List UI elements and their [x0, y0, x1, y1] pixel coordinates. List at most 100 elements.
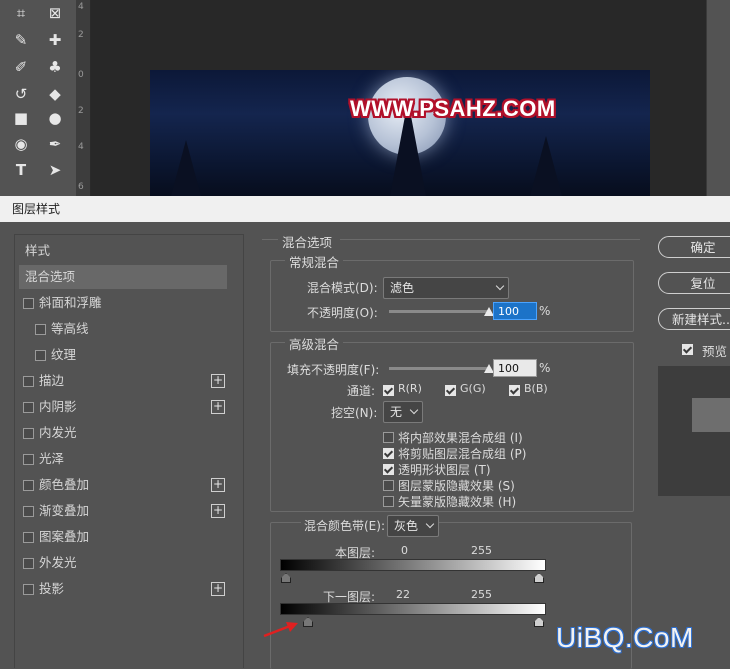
layer-style-dialog: 样式 混合选项斜面和浮雕等高线纹理 描边 + 内阴影 + 内发光 光泽 颜色叠加 + 渐变叠加 + 图… — [0, 222, 730, 669]
style-item-label: 混合选项 — [25, 269, 76, 284]
style-item[interactable]: 斜面和浮雕 — [19, 291, 227, 315]
style-item[interactable]: 光泽 — [19, 447, 227, 471]
style-item-checkbox[interactable] — [23, 298, 34, 309]
document-image[interactable]: WWW.PSAHZ.COM — [150, 70, 650, 196]
knockout-value: 无 — [390, 405, 403, 419]
underlying-layer-black-thumb[interactable] — [303, 617, 313, 627]
this-layer-white-thumb[interactable] — [534, 573, 544, 583]
fill-opacity-slider[interactable] — [389, 367, 489, 370]
advanced-option-label: 矢量蒙版隐藏效果 (H) — [398, 495, 517, 509]
style-item-checkbox[interactable] — [23, 428, 34, 439]
style-item-checkbox[interactable] — [23, 506, 34, 517]
crop-icon[interactable]: ⌗ — [10, 2, 32, 24]
style-item[interactable]: 投影 + — [19, 577, 227, 601]
channels-label: 通道: — [347, 384, 376, 398]
style-item[interactable]: 图案叠加 — [19, 525, 227, 549]
style-header-label: 样式 — [25, 243, 51, 258]
blend-mode-dropdown[interactable]: 滤色 — [383, 277, 509, 299]
style-item-label: 图案叠加 — [39, 529, 90, 544]
style-item-label: 等高线 — [51, 321, 89, 336]
dialog-titlebar[interactable]: 图层样式 — [0, 196, 730, 222]
style-item-label: 渐变叠加 — [39, 503, 90, 518]
style-item[interactable]: 内发光 — [19, 421, 227, 445]
this-layer-ramp[interactable] — [280, 559, 546, 571]
stamp-icon[interactable]: ♣ — [44, 56, 66, 78]
eyedropper-icon[interactable]: ✎ — [10, 29, 32, 51]
divider — [340, 239, 640, 240]
channel-b-checkbox[interactable] — [509, 385, 520, 396]
tree-silhouette — [170, 140, 202, 196]
style-preview — [658, 366, 730, 496]
opacity-input[interactable]: 100 — [493, 302, 537, 320]
underlying-layer-white-thumb[interactable] — [534, 617, 544, 627]
panel-strip — [706, 0, 730, 196]
blend-if-dropdown[interactable]: 灰色 — [387, 515, 439, 537]
dodge-icon[interactable]: ◉ — [10, 133, 32, 155]
blend-if-value: 灰色 — [394, 519, 419, 533]
style-item-checkbox[interactable] — [23, 454, 34, 465]
ok-button[interactable]: 确定 — [658, 236, 730, 258]
ruler-mark: 4 — [78, 142, 84, 152]
brush-icon[interactable]: ✐ — [10, 56, 32, 78]
opacity-slider[interactable] — [389, 310, 489, 313]
pen-icon[interactable]: ✒ — [44, 133, 66, 155]
preview-checkbox[interactable] — [682, 344, 693, 355]
site-watermark: UiBQ.CoM — [556, 622, 694, 653]
fill-opacity-label: 填充不透明度(F): — [287, 363, 380, 377]
style-item-checkbox[interactable] — [23, 558, 34, 569]
underlying-layer-ramp[interactable] — [280, 603, 546, 615]
knockout-dropdown[interactable]: 无 — [383, 401, 423, 423]
channel-r-label: R(R) — [398, 382, 422, 395]
opacity-percent: % — [539, 304, 551, 318]
opacity-label: 不透明度(O): — [307, 306, 378, 320]
style-item-label: 斜面和浮雕 — [39, 295, 102, 310]
frame-icon[interactable]: ⊠ — [44, 2, 66, 24]
gradient-icon[interactable]: ■ — [10, 107, 32, 129]
advanced-option-checkbox[interactable] — [383, 496, 394, 507]
add-icon[interactable]: + — [211, 582, 225, 596]
advanced-option-checkbox[interactable] — [383, 464, 394, 475]
style-item[interactable]: 混合选项 — [19, 265, 227, 289]
tree-silhouette — [530, 136, 562, 196]
dialog-title: 图层样式 — [12, 202, 61, 216]
style-item[interactable]: 纹理 — [19, 343, 227, 367]
style-item-checkbox[interactable] — [23, 480, 34, 491]
healing-brush-icon[interactable]: ✚ — [44, 29, 66, 51]
history-brush-icon[interactable]: ↺ — [10, 83, 32, 105]
type-icon[interactable]: T — [10, 159, 32, 181]
advanced-option-label: 将剪贴图层混合成组 (P) — [398, 447, 527, 461]
style-item[interactable]: 等高线 — [19, 317, 227, 341]
ruler-mark: 2 — [78, 106, 84, 116]
style-item-checkbox[interactable] — [23, 532, 34, 543]
reset-button[interactable]: 复位 — [658, 272, 730, 294]
new-style-button[interactable]: 新建样式... — [658, 308, 730, 330]
add-icon[interactable]: + — [211, 400, 225, 414]
style-item-checkbox[interactable] — [23, 376, 34, 387]
advanced-option-label: 将内部效果混合成组 (I) — [398, 431, 523, 445]
section-title: 混合选项 — [282, 235, 333, 250]
fill-opacity-input[interactable]: 100 — [493, 359, 537, 377]
ruler-mark: 6 — [78, 182, 84, 192]
channel-g-checkbox[interactable] — [445, 385, 456, 396]
add-icon[interactable]: + — [211, 478, 225, 492]
style-item-checkbox[interactable] — [23, 584, 34, 595]
style-item[interactable]: 渐变叠加 + — [19, 499, 227, 523]
advanced-option-checkbox[interactable] — [383, 448, 394, 459]
advanced-option-checkbox[interactable] — [383, 480, 394, 491]
style-item[interactable]: 内阴影 + — [19, 395, 227, 419]
add-icon[interactable]: + — [211, 374, 225, 388]
blur-icon[interactable]: ● — [44, 107, 66, 129]
style-item[interactable]: 描边 + — [19, 369, 227, 393]
chevron-down-icon — [409, 405, 419, 415]
this-layer-black-thumb[interactable] — [281, 573, 291, 583]
style-item[interactable]: 外发光 — [19, 551, 227, 575]
style-item-checkbox[interactable] — [35, 350, 46, 361]
style-item-checkbox[interactable] — [23, 402, 34, 413]
path-select-icon[interactable]: ➤ — [44, 159, 66, 181]
style-item[interactable]: 颜色叠加 + — [19, 473, 227, 497]
style-item-checkbox[interactable] — [35, 324, 46, 335]
add-icon[interactable]: + — [211, 504, 225, 518]
advanced-option-checkbox[interactable] — [383, 432, 394, 443]
channel-r-checkbox[interactable] — [383, 385, 394, 396]
eraser-icon[interactable]: ◆ — [44, 83, 66, 105]
